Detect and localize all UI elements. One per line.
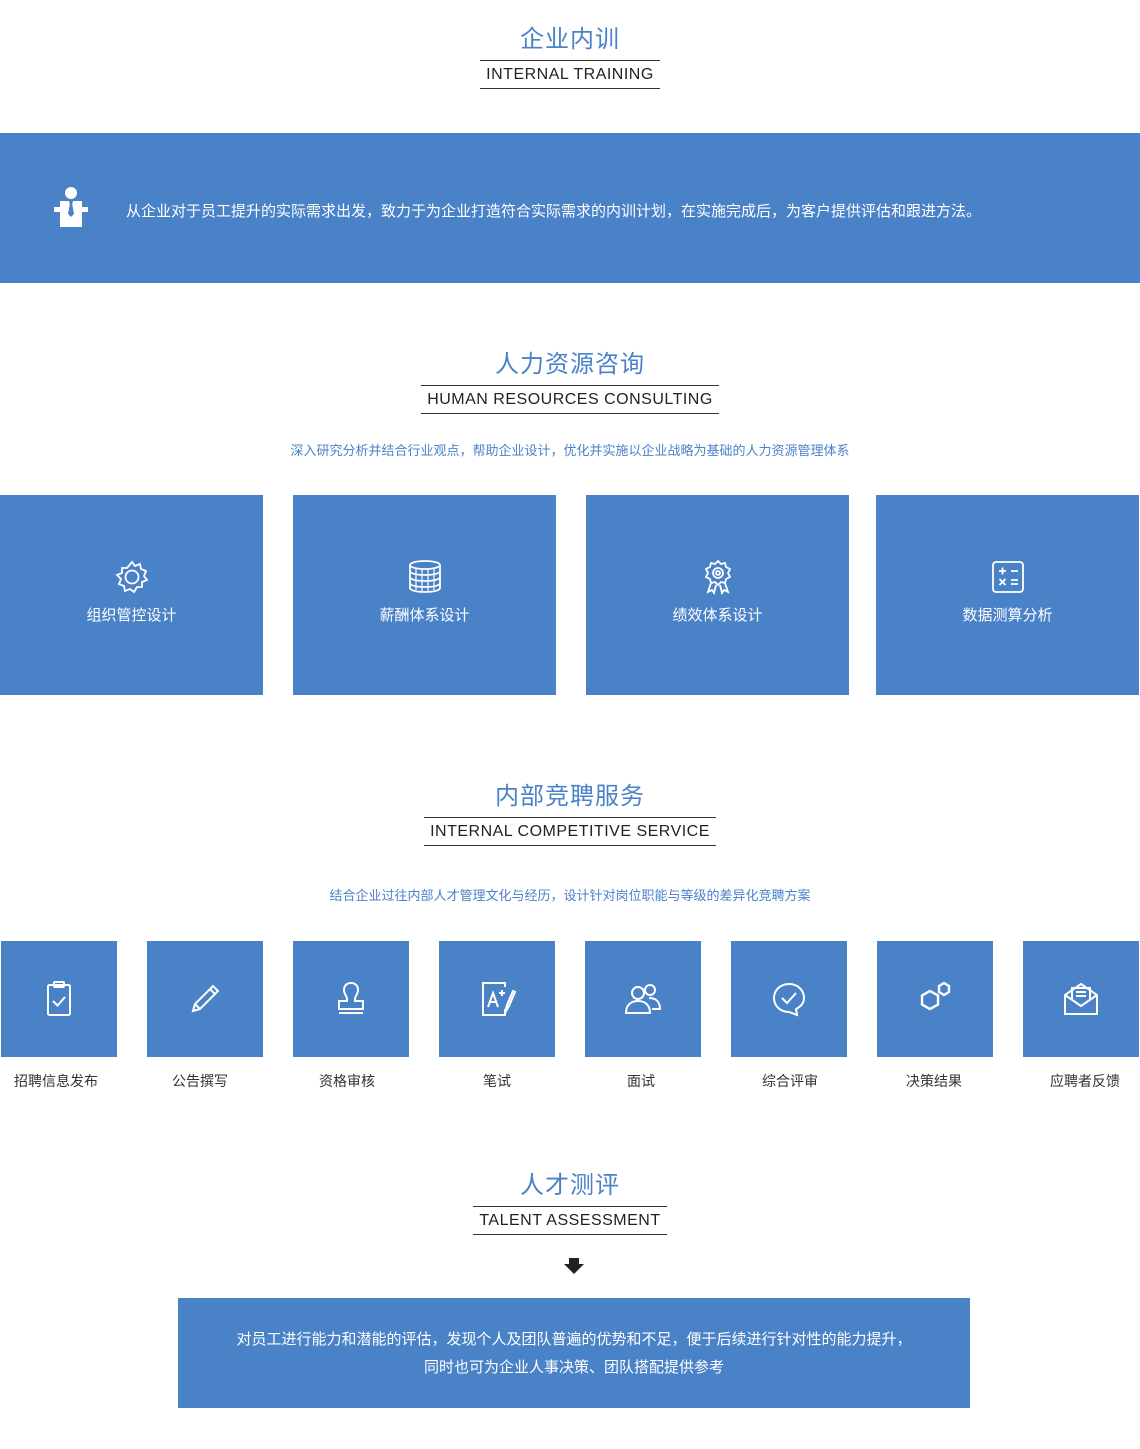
section-title-cn: 企业内训 <box>520 25 620 53</box>
clipboard-check-icon <box>47 981 71 1016</box>
section-title-en: INTERNAL TRAINING <box>480 60 660 89</box>
step-interview[interactable] <box>585 941 701 1057</box>
internal-training-banner: 从企业对于员工提升的实际需求出发，致力于为企业打造符合实际需求的内训计划，在实施… <box>0 133 1140 283</box>
internal-training-description: 从企业对于员工提升的实际需求出发，致力于为企业打造符合实际需求的内训计划，在实施… <box>126 202 982 220</box>
section-title-cn: 人才测评 <box>520 1171 620 1199</box>
hr-card-performance-system[interactable]: 绩效体系设计 <box>586 495 849 695</box>
hr-consulting-heading: 人力资源咨询 HUMAN RESOURCES CONSULTING <box>0 349 1140 414</box>
step-review[interactable] <box>731 941 847 1057</box>
step-label: 综合评审 <box>762 1074 818 1090</box>
step-label: 应聘者反馈 <box>1050 1074 1120 1090</box>
talent-assessment-line-1: 对员工进行能力和潜能的评估，发现个人及团队普遍的优势和不足，便于后续进行针对性的… <box>236 1330 912 1348</box>
competitive-service-description: 结合企业过往内部人才管理文化与经历，设计针对岗位职能与等级的差异化竞聘方案 <box>329 889 811 904</box>
exam-paper-icon <box>482 982 517 1016</box>
step-label: 笔试 <box>483 1074 511 1090</box>
stamp-icon <box>338 981 364 1014</box>
hr-consulting-description: 深入研究分析并结合行业观点，帮助企业设计，优化并实施以企业战略为基础的人力资源管… <box>290 444 850 459</box>
hr-card-label: 绩效体系设计 <box>672 606 763 624</box>
talent-assessment-box: 对员工进行能力和潜能的评估，发现个人及团队普遍的优势和不足，便于后续进行针对性的… <box>178 1298 970 1408</box>
check-bubble-icon <box>772 982 806 1017</box>
talent-assessment-line-2: 同时也可为企业人事决策、团队搭配提供参考 <box>423 1358 724 1376</box>
hr-card-label: 组织管控设计 <box>86 606 177 624</box>
section-title-cn: 内部竞聘服务 <box>495 782 645 810</box>
hr-card-label: 数据测算分析 <box>962 606 1053 624</box>
competitive-service-heading: 内部竞聘服务 INTERNAL COMPETITIVE SERVICE <box>0 781 1140 846</box>
step-label: 招聘信息发布 <box>14 1074 98 1090</box>
section-title-en: INTERNAL COMPETITIVE SERVICE <box>424 817 716 846</box>
award-badge-icon <box>704 559 731 595</box>
arrow-down-icon <box>564 1258 584 1274</box>
step-feedback[interactable] <box>1023 941 1139 1057</box>
step-written-test[interactable] <box>439 941 555 1057</box>
section-title-en: TALENT ASSESSMENT <box>473 1206 667 1235</box>
talent-assessment-heading: 人才测评 TALENT ASSESSMENT <box>0 1170 1140 1235</box>
pencil-icon <box>191 984 220 1013</box>
step-recruit-info[interactable] <box>1 941 117 1057</box>
step-announcement[interactable] <box>147 941 263 1057</box>
hr-card-data-analysis[interactable]: 数据测算分析 <box>876 495 1139 695</box>
person-tie-icon <box>54 187 88 227</box>
step-qualification[interactable] <box>293 941 409 1057</box>
gear-icon <box>114 560 148 594</box>
internal-training-heading: 企业内训 INTERNAL TRAINING <box>0 24 1140 89</box>
section-title-cn: 人力资源咨询 <box>495 350 645 378</box>
hr-card-org-control[interactable]: 组织管控设计 <box>0 495 263 695</box>
step-decision[interactable] <box>877 941 993 1057</box>
step-label: 面试 <box>627 1074 655 1090</box>
step-label: 决策结果 <box>906 1074 962 1090</box>
hr-card-label: 薪酬体系设计 <box>379 606 470 624</box>
section-title-en: HUMAN RESOURCES CONSULTING <box>421 385 719 414</box>
people-icon <box>624 984 662 1014</box>
coin-stack-icon <box>408 560 441 593</box>
hr-card-salary-system[interactable]: 薪酬体系设计 <box>293 495 556 695</box>
calculator-icon <box>991 561 1024 593</box>
envelope-icon <box>1064 982 1098 1015</box>
step-label: 资格审核 <box>319 1074 375 1090</box>
hexagons-icon <box>920 981 951 1011</box>
step-label: 公告撰写 <box>172 1074 228 1090</box>
